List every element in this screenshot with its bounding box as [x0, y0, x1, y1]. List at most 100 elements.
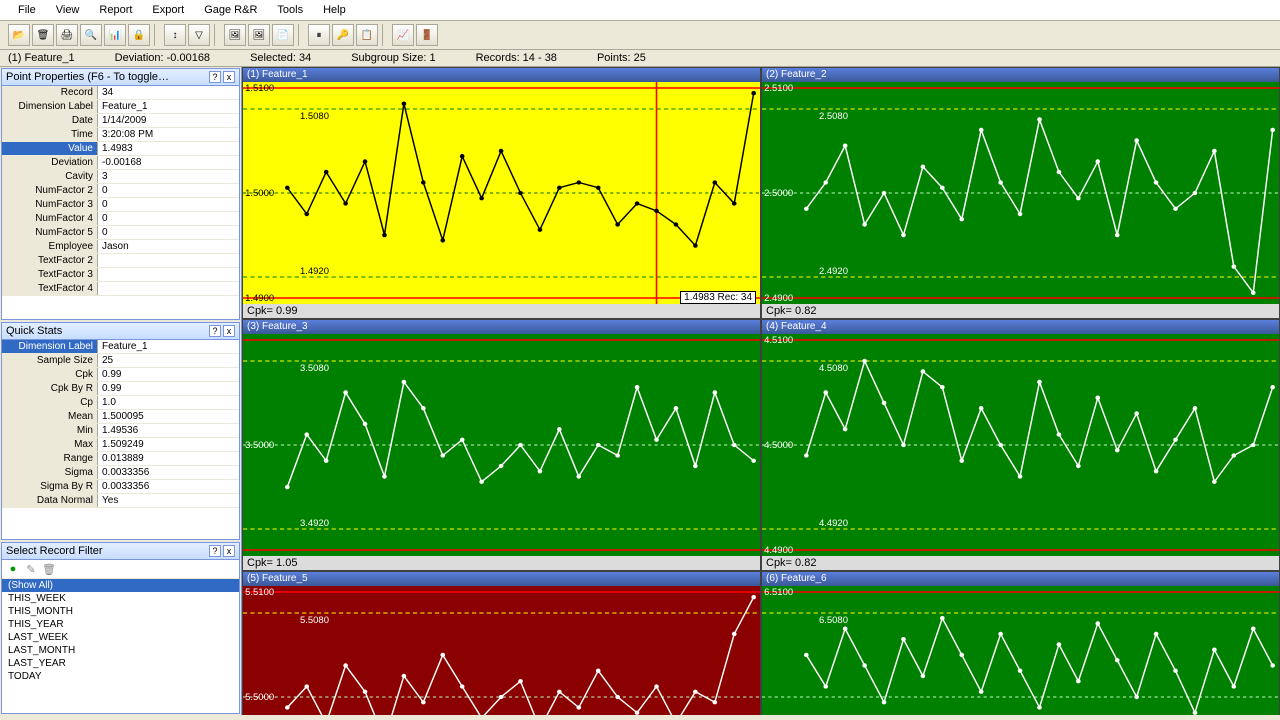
property-value[interactable]: 0.99 [98, 368, 239, 381]
property-row[interactable]: Dimension LabelFeature_1 [2, 100, 239, 114]
property-value[interactable]: 0 [98, 184, 239, 197]
property-row[interactable]: Cpk0.99 [2, 368, 239, 382]
chart-plot-area[interactable]: 5.50005.51005.50805.4920 [243, 586, 760, 715]
menu-export[interactable]: Export [144, 2, 192, 18]
lock-icon[interactable]: 🔒 [128, 24, 150, 46]
property-row[interactable]: Mean1.500095 [2, 410, 239, 424]
menu-view[interactable]: View [48, 2, 88, 18]
exit-icon[interactable]: 🚪 [416, 24, 438, 46]
property-row[interactable]: Record34 [2, 86, 239, 100]
property-value[interactable]: 1.49536 [98, 424, 239, 437]
property-row[interactable]: Deviation-0.00168 [2, 156, 239, 170]
property-value[interactable]: 1.4983 [98, 142, 239, 155]
property-value[interactable]: 0 [98, 226, 239, 239]
property-value[interactable] [98, 268, 239, 281]
property-row[interactable]: Date1/14/2009 [2, 114, 239, 128]
property-row[interactable]: Cpk By R0.99 [2, 382, 239, 396]
property-row[interactable]: NumFactor 40 [2, 212, 239, 226]
quick-stats-grid[interactable]: Dimension LabelFeature_1Sample Size25Cpk… [2, 340, 239, 508]
property-value[interactable] [98, 282, 239, 295]
export-chart-icon[interactable]: 📈 [392, 24, 414, 46]
chart-feature-4[interactable]: (4) Feature_44.49004.50004.51004.50804.4… [761, 319, 1280, 571]
property-row[interactable]: NumFactor 20 [2, 184, 239, 198]
add-filter-icon[interactable]: ● [6, 562, 20, 576]
property-value[interactable]: Feature_1 [98, 100, 239, 113]
chart-feature-1[interactable]: (1) Feature_11.49001.50001.51001.50801.4… [242, 67, 761, 319]
chart-plot-area[interactable]: 1.49001.50001.51001.50801.4920 [243, 82, 760, 304]
chart-feature-6[interactable]: (6) Feature_66.51006.50806.4920 [761, 571, 1280, 715]
filter-item[interactable]: THIS_WEEK [2, 592, 239, 605]
property-value[interactable]: 25 [98, 354, 239, 367]
filter-item[interactable]: LAST_MONTH [2, 644, 239, 657]
property-value[interactable]: 0.99 [98, 382, 239, 395]
filter-item[interactable]: LAST_WEEK [2, 631, 239, 644]
property-row[interactable]: Cavity3 [2, 170, 239, 184]
print-preview-icon[interactable]: 🔍 [80, 24, 102, 46]
key-icon[interactable]: 🔑 [332, 24, 354, 46]
filter-item[interactable]: LAST_YEAR [2, 657, 239, 670]
property-value[interactable]: 1/14/2009 [98, 114, 239, 127]
help-icon[interactable]: ? [209, 71, 221, 83]
property-row[interactable]: Value1.4983 [2, 142, 239, 156]
close-icon[interactable]: x [223, 545, 235, 557]
edit-filter-icon[interactable]: ✎ [24, 562, 38, 576]
property-row[interactable]: TextFactor 3 [2, 268, 239, 282]
delete-filter-icon[interactable]: 🗑 [42, 562, 56, 576]
property-row[interactable]: Sample Size25 [2, 354, 239, 368]
property-value[interactable]: Yes [98, 494, 239, 507]
property-value[interactable]: 1.509249 [98, 438, 239, 451]
property-row[interactable]: Range0.013889 [2, 452, 239, 466]
property-row[interactable]: NumFactor 50 [2, 226, 239, 240]
delete-icon[interactable]: 🗑 [32, 24, 54, 46]
menu-tools[interactable]: Tools [269, 2, 311, 18]
property-row[interactable]: Min1.49536 [2, 424, 239, 438]
chart-feature-2[interactable]: (2) Feature_22.49002.50002.51002.50802.4… [761, 67, 1280, 319]
property-row[interactable]: Max1.509249 [2, 438, 239, 452]
print-icon[interactable]: 🖨 [56, 24, 78, 46]
image2-icon[interactable]: 🖼 [248, 24, 270, 46]
property-value[interactable]: 1.500095 [98, 410, 239, 423]
chart-plot-area[interactable]: 4.49004.50004.51004.50804.4920 [762, 334, 1279, 556]
property-value[interactable]: 3 [98, 170, 239, 183]
property-value[interactable]: 0.0033356 [98, 480, 239, 493]
property-value[interactable]: 3:20:08 PM [98, 128, 239, 141]
chart-plot-area[interactable]: 2.49002.50002.51002.50802.4920 [762, 82, 1279, 304]
property-row[interactable]: TextFactor 4 [2, 282, 239, 296]
property-row[interactable]: EmployeeJason [2, 240, 239, 254]
sort-icon[interactable]: ↕ [164, 24, 186, 46]
image3-icon[interactable]: 📄 [272, 24, 294, 46]
property-value[interactable]: 0.0033356 [98, 466, 239, 479]
property-row[interactable]: Time3:20:08 PM [2, 128, 239, 142]
property-row[interactable]: TextFactor 2 [2, 254, 239, 268]
filter-item[interactable]: (Show All) [2, 579, 239, 592]
filter-item[interactable]: TODAY [2, 670, 239, 683]
copy-icon[interactable]: 📋 [356, 24, 378, 46]
property-row[interactable]: NumFactor 30 [2, 198, 239, 212]
property-row[interactable]: Cp1.0 [2, 396, 239, 410]
menu-report[interactable]: Report [91, 2, 140, 18]
property-value[interactable]: 0 [98, 198, 239, 211]
point-properties-grid[interactable]: Record34Dimension LabelFeature_1Date1/14… [2, 86, 239, 296]
filter-list[interactable]: (Show All)THIS_WEEKTHIS_MONTHTHIS_YEARLA… [2, 579, 239, 683]
property-value[interactable]: Feature_1 [98, 340, 239, 353]
property-row[interactable]: Dimension LabelFeature_1 [2, 340, 239, 354]
filter-icon[interactable]: ▽ [188, 24, 210, 46]
property-row[interactable]: Data NormalYes [2, 494, 239, 508]
pause-icon[interactable]: ⏸ [308, 24, 330, 46]
property-value[interactable]: Jason [98, 240, 239, 253]
chart-plot-area[interactable]: 3.50003.50803.4920 [243, 334, 760, 556]
filter-item[interactable]: THIS_MONTH [2, 605, 239, 618]
property-value[interactable]: 1.0 [98, 396, 239, 409]
open-icon[interactable]: 📂 [8, 24, 30, 46]
menu-gagerr[interactable]: Gage R&R [196, 2, 265, 18]
help-icon[interactable]: ? [209, 545, 221, 557]
menu-help[interactable]: Help [315, 2, 354, 18]
property-value[interactable]: 34 [98, 86, 239, 99]
property-row[interactable]: Sigma0.0033356 [2, 466, 239, 480]
chart-feature-5[interactable]: (5) Feature_55.50005.51005.50805.4920 [242, 571, 761, 715]
filter-item[interactable]: THIS_YEAR [2, 618, 239, 631]
chart-config-icon[interactable]: 📊 [104, 24, 126, 46]
menu-file[interactable]: File [10, 2, 44, 18]
property-value[interactable] [98, 254, 239, 267]
property-value[interactable]: 0 [98, 212, 239, 225]
